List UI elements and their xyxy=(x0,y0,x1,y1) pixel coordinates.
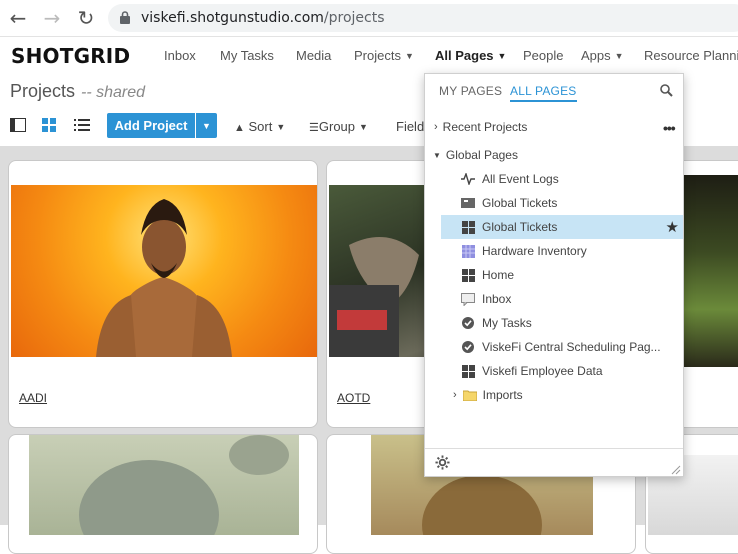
nav-projects[interactable]: Projects ▼ xyxy=(354,48,414,63)
page-item-label: Home xyxy=(482,268,515,282)
tab-all-pages[interactable]: ALL PAGES xyxy=(510,84,577,102)
grid-icon xyxy=(461,364,475,378)
page-item-label: Inbox xyxy=(482,292,512,306)
check-icon xyxy=(461,340,475,354)
chevron-down-icon: ▼ xyxy=(404,51,414,61)
add-project-dropdown[interactable]: ▼ xyxy=(196,113,217,138)
app-navbar: SHOTGRID Inbox My Tasks Media Projects ▼ … xyxy=(0,37,738,74)
inventory-icon xyxy=(461,244,475,258)
chevron-down-icon: ▼ xyxy=(614,51,624,61)
page-title: Projects -- shared xyxy=(10,81,146,101)
chevron-right-icon: › xyxy=(453,389,457,401)
back-icon[interactable]: ← xyxy=(6,6,30,30)
all-pages-dropdown: MY PAGES ALL PAGES › Recent Projects •••… xyxy=(424,73,684,477)
folder-icon xyxy=(462,390,477,401)
chevron-down-icon: ▼ xyxy=(497,51,507,61)
chevron-down-icon: ▼ xyxy=(359,122,368,132)
project-thumbnail[interactable] xyxy=(11,185,317,357)
ticket-icon xyxy=(461,196,475,210)
page-item-label: ViskeFi Central Scheduling Pag... xyxy=(482,340,661,354)
nav-people[interactable]: People xyxy=(523,48,563,63)
page-item[interactable]: Viskefi Employee Data xyxy=(425,359,683,383)
page-item[interactable]: All Event Logs xyxy=(425,167,683,191)
fields-button[interactable]: Field xyxy=(396,119,424,134)
page-item[interactable]: Inbox xyxy=(425,287,683,311)
add-project-button[interactable]: Add Project xyxy=(107,113,195,138)
forward-icon[interactable]: → xyxy=(40,6,64,30)
dropdown-footer xyxy=(425,448,683,476)
nav-inbox[interactable]: Inbox xyxy=(164,48,196,63)
inbox-icon xyxy=(461,292,475,306)
page-item[interactable]: Global Tickets ★ xyxy=(441,215,683,239)
nav-resource-planning[interactable]: Resource Planning xyxy=(644,48,738,63)
list-view-icon[interactable] xyxy=(10,118,26,132)
project-name-link[interactable]: AOTD xyxy=(337,391,370,405)
detail-view-icon[interactable] xyxy=(74,118,90,132)
project-thumbnail-image xyxy=(79,435,289,535)
gear-icon[interactable] xyxy=(435,455,450,470)
global-pages-item[interactable]: ▼ Global Pages xyxy=(425,143,683,167)
imports-folder-item[interactable]: › Imports xyxy=(425,383,683,407)
page-item-label: All Event Logs xyxy=(482,172,559,186)
page-item-label: Hardware Inventory xyxy=(482,244,587,258)
grid-icon xyxy=(461,268,475,282)
project-thumbnail-image xyxy=(96,199,232,357)
search-icon[interactable] xyxy=(660,84,673,97)
group-button[interactable]: ☰Group ▼ xyxy=(309,119,368,134)
page-item[interactable]: Hardware Inventory xyxy=(425,239,683,263)
project-card[interactable] xyxy=(8,434,318,554)
page-item-label: Global Tickets xyxy=(482,220,558,234)
page-item-label: Viskefi Employee Data xyxy=(482,364,603,378)
nav-apps[interactable]: Apps ▼ xyxy=(581,48,624,63)
nav-media[interactable]: Media xyxy=(296,48,331,63)
project-card[interactable]: AADI xyxy=(8,160,318,428)
sort-icon: ▲ xyxy=(234,122,245,134)
address-bar[interactable]: viskefi.shotgunstudio.com/projects xyxy=(108,4,738,32)
more-options-icon[interactable]: ••• xyxy=(663,120,676,136)
resize-handle-icon[interactable] xyxy=(671,465,681,475)
check-icon xyxy=(461,316,475,330)
nav-my-tasks[interactable]: My Tasks xyxy=(220,48,274,63)
page-item[interactable]: Global Tickets xyxy=(425,191,683,215)
page-item[interactable]: My Tasks xyxy=(425,311,683,335)
shotgrid-logo[interactable]: SHOTGRID xyxy=(11,44,130,68)
page-item-label: Global Tickets xyxy=(482,196,558,210)
url-text: viskefi.shotgunstudio.com/projects xyxy=(141,10,385,26)
page-item[interactable]: Home xyxy=(425,263,683,287)
chevron-down-icon: ▼ xyxy=(202,120,211,131)
group-icon: ☰ xyxy=(309,122,319,134)
favorite-star-icon[interactable]: ★ xyxy=(666,218,679,236)
activity-icon xyxy=(461,172,475,186)
grid-icon xyxy=(461,220,475,234)
project-thumbnail[interactable] xyxy=(29,435,299,535)
page-item[interactable]: ViskeFi Central Scheduling Pag... xyxy=(425,335,683,359)
tab-my-pages[interactable]: MY PAGES xyxy=(439,84,502,98)
nav-all-pages[interactable]: All Pages ▼ xyxy=(435,48,506,63)
lock-icon xyxy=(120,11,130,24)
chevron-right-icon: › xyxy=(434,121,438,133)
browser-toolbar: ← → ↻ viskefi.shotgunstudio.com/projects xyxy=(0,0,738,37)
chevron-down-icon: ▼ xyxy=(433,150,441,160)
reload-icon[interactable]: ↻ xyxy=(74,6,98,30)
sort-button[interactable]: ▲ Sort ▼ xyxy=(234,119,285,134)
recent-projects-item[interactable]: › Recent Projects xyxy=(425,115,683,139)
grid-view-icon[interactable] xyxy=(42,118,56,132)
chevron-down-icon: ▼ xyxy=(276,122,286,132)
page-item-label: My Tasks xyxy=(482,316,532,330)
project-name-link[interactable]: AADI xyxy=(19,391,47,405)
